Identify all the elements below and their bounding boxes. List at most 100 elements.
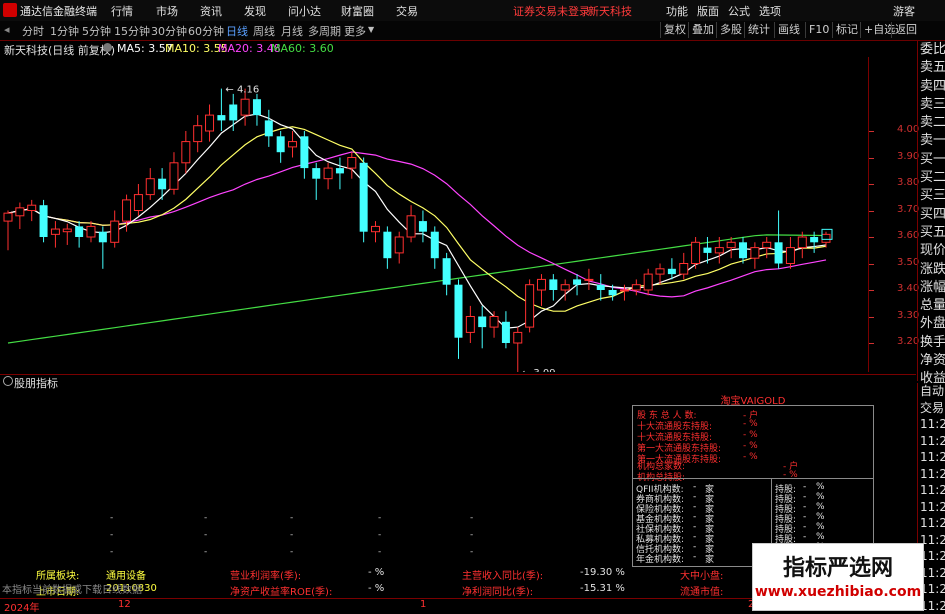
y-tick xyxy=(869,264,874,265)
candle-down xyxy=(668,269,676,274)
period-60min[interactable]: 60分钟 xyxy=(188,23,224,39)
candle-down xyxy=(431,232,439,259)
inst-row-dash: - xyxy=(693,552,696,562)
candle-up xyxy=(348,158,356,169)
indicator-dash: - xyxy=(204,530,207,540)
quote-label: 买五 xyxy=(918,224,945,242)
candle-down xyxy=(502,322,510,343)
y-tick-label: 3.40 xyxy=(897,283,919,294)
industry-label: 所属板块: xyxy=(36,567,79,582)
indicator-dash: - xyxy=(204,513,207,523)
app-logo-icon xyxy=(3,3,17,17)
inst-row-label: 年金机构数: xyxy=(636,552,684,565)
candle-up xyxy=(63,229,71,232)
period-more[interactable]: 更多 xyxy=(344,23,366,39)
panel-row-value: - % xyxy=(743,441,758,451)
period-weekly[interactable]: 周线 xyxy=(253,23,275,39)
quote-label: 买四 xyxy=(918,206,945,224)
period-5min[interactable]: 5分钟 xyxy=(82,23,111,39)
candle-down xyxy=(253,99,261,115)
candle-down xyxy=(75,226,83,237)
candle-up xyxy=(620,290,628,291)
candle-up xyxy=(680,264,688,275)
btn-multi[interactable]: 多股 xyxy=(716,22,745,38)
quote-label: 外盘 xyxy=(918,315,945,333)
menu-options[interactable]: 选项 xyxy=(759,3,781,19)
inst-row-dash: - xyxy=(693,492,696,502)
roe-value: - % xyxy=(368,583,384,594)
inst-row-pct: % xyxy=(816,532,825,542)
menu-news[interactable]: 资讯 xyxy=(200,3,222,19)
menu-function[interactable]: 功能 xyxy=(666,3,688,19)
y-tick-label: 3.80 xyxy=(897,177,919,188)
mcap-label: 流通市值: xyxy=(680,583,723,598)
trade-label[interactable]: 交易 xyxy=(918,400,945,417)
btn-overlay[interactable]: 叠加 xyxy=(688,22,717,38)
period-daily[interactable]: 日线 xyxy=(226,23,248,39)
btn-draw[interactable]: 画线 xyxy=(774,22,803,38)
period-timeshare[interactable]: 分时 xyxy=(22,23,44,39)
y-tick xyxy=(869,184,874,185)
candle-up xyxy=(514,332,522,343)
login-status[interactable]: 证券交易未登录 xyxy=(513,3,590,19)
quote-label: 净资 xyxy=(918,352,945,370)
panel-row-value: - % xyxy=(743,419,758,429)
quote-label: 涨跌 xyxy=(918,261,945,279)
trade-label: 11:29 xyxy=(918,433,945,450)
y-tick xyxy=(869,343,874,344)
candle-up xyxy=(561,285,569,290)
period-30min[interactable]: 30分钟 xyxy=(151,23,187,39)
period-15min[interactable]: 15分钟 xyxy=(114,23,150,39)
menu-market[interactable]: 市场 xyxy=(156,3,178,19)
trade-label: 11:29 xyxy=(918,499,945,516)
menu-formula[interactable]: 公式 xyxy=(728,3,750,19)
candle-up xyxy=(822,234,830,242)
indicator-dash: - xyxy=(110,547,113,557)
menu-ask[interactable]: 问小达 xyxy=(288,3,321,19)
btn-stats[interactable]: 统计 xyxy=(744,22,773,38)
menu-layout[interactable]: 版面 xyxy=(697,3,719,19)
candle-up xyxy=(372,226,380,231)
settings-icon[interactable] xyxy=(103,43,112,52)
y-tick xyxy=(869,237,874,238)
guest-user[interactable]: 游客 xyxy=(893,3,915,19)
kline-chart[interactable]: ← 4.16← 3.09 xyxy=(0,57,868,372)
trade-label[interactable]: 自动 xyxy=(918,383,945,400)
candle-down xyxy=(549,279,557,290)
btn-mark[interactable]: 标记 xyxy=(832,22,861,38)
indicator-dash: - xyxy=(290,513,293,523)
panel-divider xyxy=(633,478,873,479)
ma-legend: 新天科技(日线 前复权) MA5: 3.57 MA10: 3.55 MA20: … xyxy=(0,41,915,57)
candle-up xyxy=(170,163,178,190)
inst-row-pct: % xyxy=(816,522,825,532)
lock-icon[interactable] xyxy=(3,376,13,386)
candle-up xyxy=(51,229,59,234)
netprofit-value: -15.31 % xyxy=(580,583,625,594)
candle-down xyxy=(775,242,783,263)
menu-trade[interactable]: 交易 xyxy=(396,3,418,19)
menu-discover[interactable]: 发现 xyxy=(244,3,266,19)
toolbar-arrow-icon[interactable]: ◂ xyxy=(4,23,10,36)
btn-adjust[interactable]: 复权 xyxy=(660,22,689,38)
inst-row-dash: - xyxy=(693,482,696,492)
quote-label: 卖四 xyxy=(918,78,945,96)
y-tick-label: 3.50 xyxy=(897,257,919,268)
period-monthly[interactable]: 月线 xyxy=(281,23,303,39)
btn-back[interactable]: 返回 xyxy=(891,22,920,38)
btn-f10[interactable]: F10 xyxy=(805,22,832,38)
candle-up xyxy=(798,237,806,248)
quote-sidebar: 委比卖五卖四卖三卖二卖一买一买二买三买四买五现价涨跌涨幅总量外盘换手净资收益 xyxy=(917,41,945,381)
quote-label: 卖五 xyxy=(918,59,945,77)
period-1min[interactable]: 1分钟 xyxy=(50,23,79,39)
menu-wealth[interactable]: 财富圈 xyxy=(341,3,374,19)
trade-label: 11:29 xyxy=(918,466,945,483)
time-month-1: 1 xyxy=(420,599,426,610)
candle-up xyxy=(585,279,593,280)
candle-up xyxy=(644,274,652,290)
chevron-down-icon[interactable]: ▼ xyxy=(368,25,374,34)
trade-label: 11:29 xyxy=(918,482,945,499)
period-multi[interactable]: 多周期 xyxy=(308,23,341,39)
menu-quotes[interactable]: 行情 xyxy=(111,3,133,19)
panel-row-value: - % xyxy=(743,452,758,462)
indicator-dash: - xyxy=(470,530,473,540)
